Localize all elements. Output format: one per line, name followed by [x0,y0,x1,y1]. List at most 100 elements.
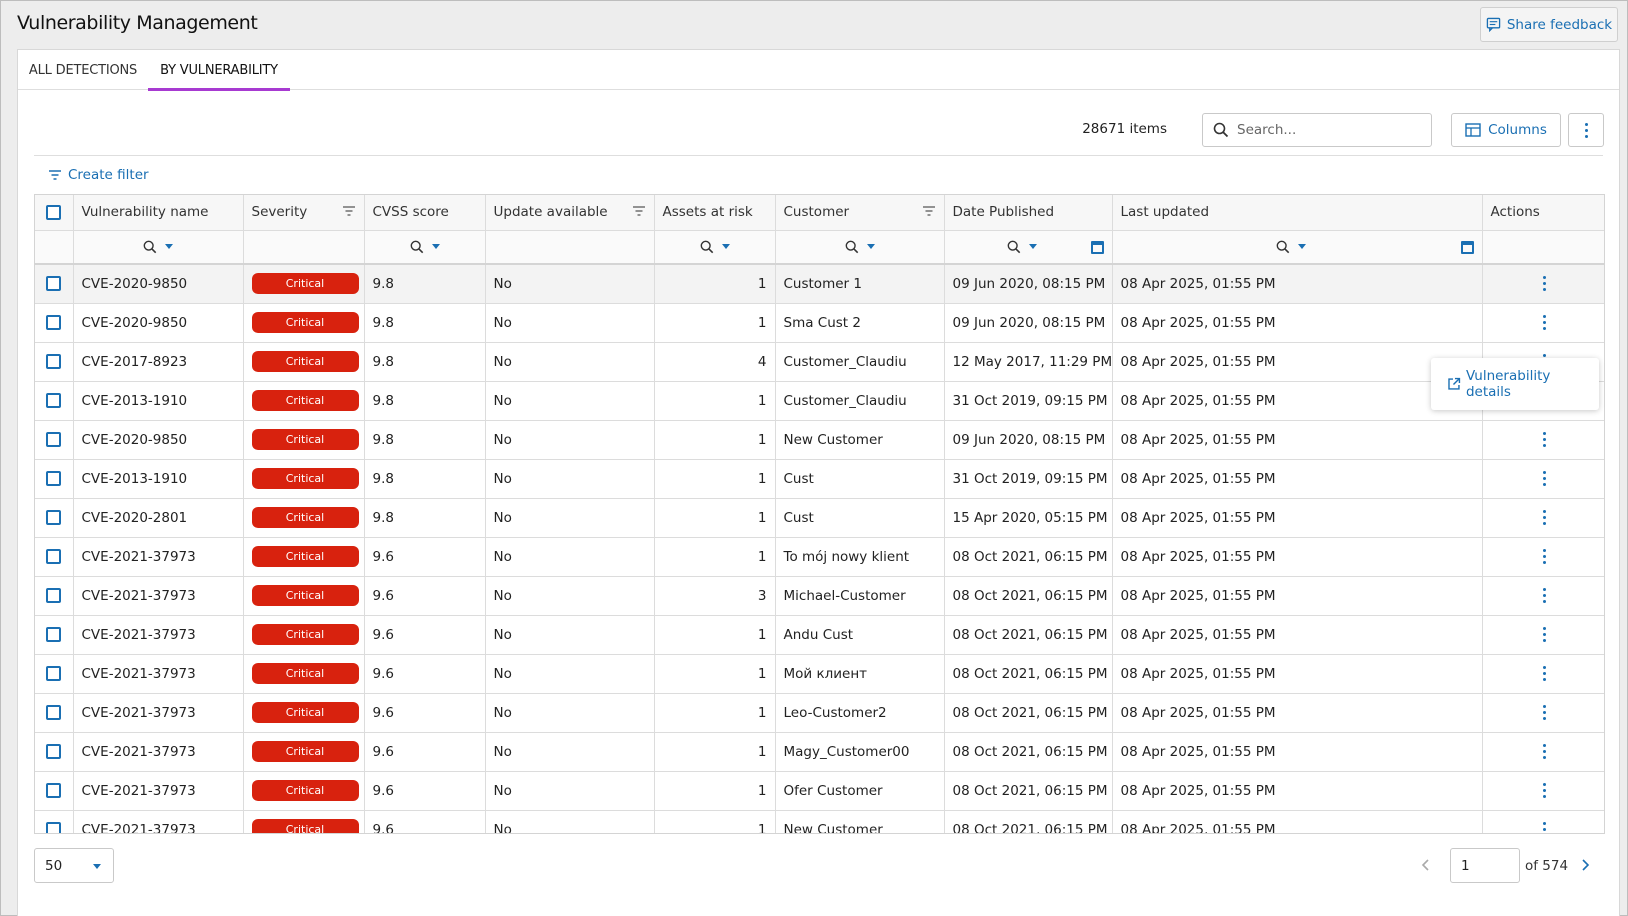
table-row[interactable]: CVE-2013-1910 Critical 9.8 No 1 Cust 31 Oct 20… [35,459,1604,499]
row-checkbox[interactable] [46,354,62,369]
table-row[interactable]: CVE-2021-37973 Critical 9.6 No 1 Ofer Custome… [35,771,1604,811]
share-feedback-button[interactable]: Share feedback [1480,7,1618,42]
update-available: No [485,498,655,538]
row-checkbox[interactable] [46,471,62,486]
more-vertical-icon[interactable] [1542,588,1546,603]
row-checkbox[interactable] [46,588,62,603]
actions-cell [1482,264,1604,304]
table-row[interactable]: CVE-2020-9850 Critical 9.8 No 1 New Customer 0… [35,420,1604,460]
more-vertical-icon[interactable] [1542,510,1546,525]
cvss-score: 9.6 [364,810,486,833]
column-search-filter[interactable] [410,240,440,254]
actions-cell [1482,459,1604,499]
table-row[interactable]: CVE-2021-37973 Critical 9.6 No 1 Andu Cust 08 … [35,615,1604,655]
col-customer[interactable]: Customer [775,195,945,231]
tab-by-vulnerability[interactable]: BY VULNERABILITY [148,50,290,91]
calendar-icon[interactable] [1460,240,1474,254]
col-cvss-score[interactable]: CVSS score [364,195,486,231]
chevron-right-icon[interactable] [1577,857,1593,873]
assets-at-risk: 1 [654,693,776,733]
row-checkbox[interactable] [46,393,62,408]
more-vertical-icon[interactable] [1542,705,1546,720]
date-published: 08 Oct 2021, 06:15 PM [944,810,1113,833]
column-search-filter[interactable] [1276,240,1306,254]
row-checkbox[interactable] [46,510,62,525]
column-search-filter[interactable] [1007,240,1037,254]
assets-at-risk: 3 [654,576,776,616]
severity-cell: Critical [243,381,365,421]
calendar-icon[interactable] [1090,240,1104,254]
more-vertical-icon[interactable] [1542,666,1546,681]
severity-cell: Critical [243,537,365,577]
date-published: 15 Apr 2020, 05:15 PM [944,498,1113,538]
assets-at-risk: 1 [654,498,776,538]
severity-cell: Critical [243,498,365,538]
table-row[interactable]: CVE-2020-9850 Critical 9.8 No 1 Sma Cust 2 09 … [35,303,1604,343]
table-row[interactable]: CVE-2017-8923 Critical 9.8 No 4 Customer_Clau… [35,342,1604,382]
row-checkbox[interactable] [46,432,62,447]
more-vertical-icon[interactable] [1542,276,1546,292]
more-vertical-icon[interactable] [1542,822,1546,833]
more-vertical-icon[interactable] [1542,432,1546,447]
table-row[interactable]: CVE-2021-37973 Critical 9.6 No 1 Magy_Custome… [35,732,1604,772]
more-vertical-icon[interactable] [1542,783,1546,798]
severity-badge: Critical [251,351,359,372]
filter-icon[interactable] [342,205,356,217]
filter-icon[interactable] [922,205,936,217]
search-icon [1213,122,1229,138]
table-row[interactable]: CVE-2020-2801 Critical 9.8 No 1 Cust 15 Apr 20… [35,498,1604,538]
more-vertical-icon[interactable] [1542,627,1546,642]
column-search-filter[interactable] [700,240,730,254]
row-checkbox[interactable] [46,744,62,759]
col-last-updated[interactable]: Last updated [1112,195,1483,231]
table-row[interactable]: CVE-2021-37973 Critical 9.6 No 3 Michael-Cust… [35,576,1604,616]
select-all-checkbox[interactable] [46,204,62,220]
row-checkbox[interactable] [46,549,62,564]
tab-all-detections[interactable]: ALL DETECTIONS [18,50,148,90]
more-vertical-icon[interactable] [1542,471,1546,486]
more-vertical-icon[interactable] [1542,744,1546,759]
more-vertical-icon[interactable] [1542,315,1546,330]
row-checkbox[interactable] [46,705,62,720]
chevron-down-icon [431,244,440,250]
col-date-published[interactable]: Date Published [944,195,1113,231]
create-filter-label: Create filter [68,167,149,183]
col-severity[interactable]: Severity [243,195,365,231]
search-box[interactable] [1202,113,1432,147]
row-checkbox[interactable] [46,276,62,292]
page-size-select[interactable]: 50 [34,848,114,883]
more-options-button[interactable] [1568,113,1604,147]
col-update-available[interactable]: Update available [485,195,655,231]
table-row[interactable]: CVE-2021-37973 Critical 9.6 No 1 Мой клиент 08… [35,654,1604,694]
column-search-filter[interactable] [845,240,875,254]
row-checkbox[interactable] [46,822,62,833]
assets-at-risk: 1 [654,654,776,694]
row-checkbox[interactable] [46,783,62,798]
table-row[interactable]: CVE-2021-37973 Critical 9.6 No 1 New Customer… [35,810,1604,833]
cvss-score: 9.6 [364,693,486,733]
row-checkbox[interactable] [46,315,62,330]
table-row[interactable]: CVE-2020-9850 Critical 9.8 No 1 Customer 1 09 … [35,264,1604,304]
more-vertical-icon[interactable] [1542,549,1546,564]
assets-at-risk: 1 [654,420,776,460]
table-row[interactable]: CVE-2021-37973 Critical 9.6 No 1 To mój nowy … [35,537,1604,577]
row-checkbox[interactable] [46,666,62,681]
filter-cell-empty [35,230,74,265]
chevron-left-icon[interactable] [1418,857,1434,873]
update-available: No [485,264,655,304]
filter-cell-name [73,230,244,265]
search-input[interactable] [1237,122,1417,138]
date-published: 31 Oct 2019, 09:15 PM [944,381,1113,421]
create-filter-button[interactable]: Create filter [48,165,149,185]
table-row[interactable]: CVE-2021-37973 Critical 9.6 No 1 Leo-Customer… [35,693,1604,733]
filter-icon[interactable] [632,205,646,217]
row-checkbox[interactable] [46,627,62,642]
col-vulnerability-name[interactable]: Vulnerability name [73,195,244,231]
column-search-filter[interactable] [143,240,173,254]
col-assets-at-risk[interactable]: Assets at risk [654,195,776,231]
columns-button[interactable]: Columns [1451,113,1561,147]
table-row[interactable]: CVE-2013-1910 Critical 9.8 No 1 Customer_Clau… [35,381,1604,421]
vulnerability-details-menu-item[interactable]: Vulnerability details [1431,358,1599,410]
page-number-input[interactable] [1450,848,1520,883]
table-header-row: Vulnerability name Severity CVSS score U… [35,195,1604,231]
